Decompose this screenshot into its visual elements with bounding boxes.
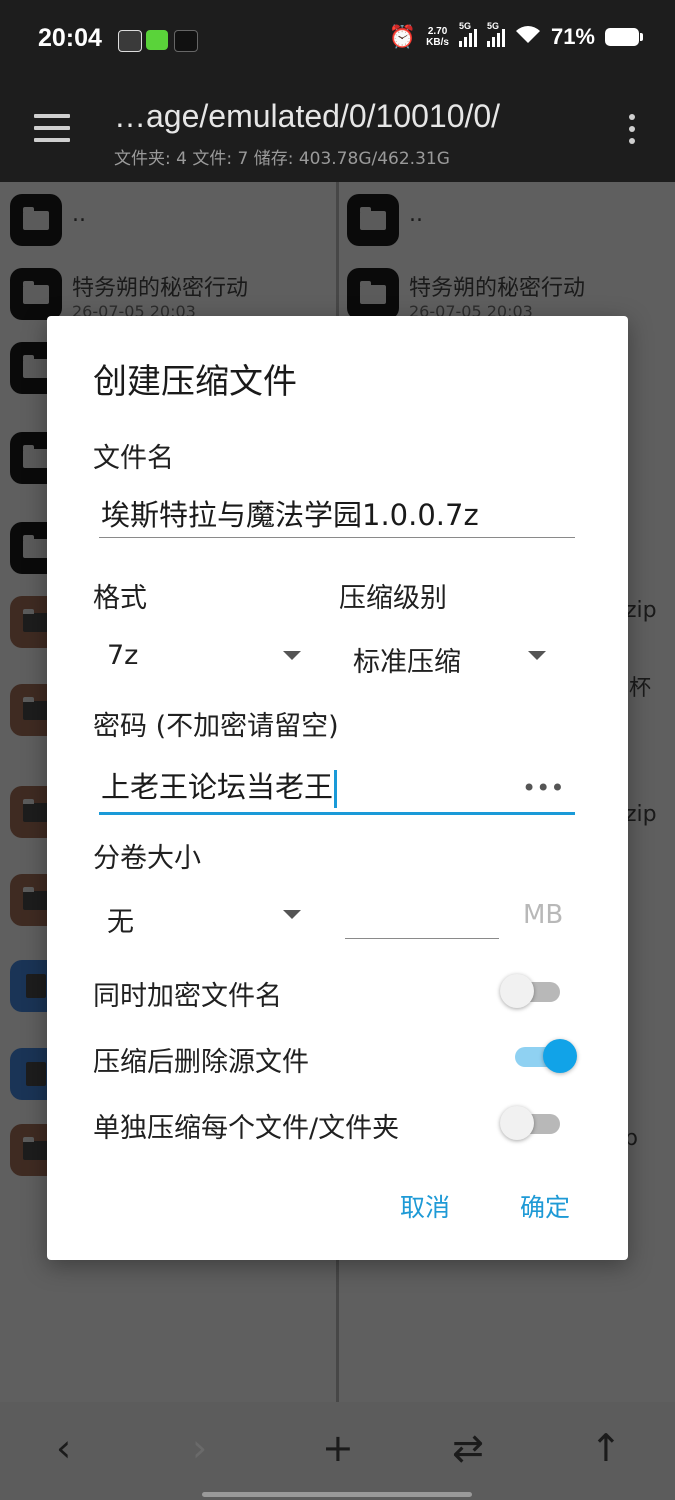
folder-summary: 文件夹: 4 文件: 7 储存: 403.78G/462.31G	[114, 149, 450, 169]
add-icon[interactable]: +	[322, 1426, 354, 1470]
dialog-title: 创建压缩文件	[93, 362, 297, 402]
signal-sim1-icon: 5G	[458, 21, 477, 47]
sim1-tag: 5G	[458, 21, 471, 31]
status-bar: 20:04 ⏰ 2.70 KB/s 5G 5G 71%	[0, 0, 675, 84]
folder-icon[interactable]	[347, 268, 399, 320]
file-name[interactable]: 特务朔的秘密行动	[72, 270, 248, 302]
file-name-tail[interactable]: zip	[625, 802, 657, 827]
option-label: 压缩后删除源文件	[93, 1047, 309, 1078]
app-toolbar: …age/emulated/0/10010/0/ 文件夹: 4 文件: 7 储存…	[0, 84, 675, 182]
ok-button[interactable]: 确定	[520, 1188, 570, 1224]
forward-icon[interactable]: ›	[192, 1426, 207, 1470]
notification-app-icon	[146, 30, 168, 50]
volume-dropdown-arrow-icon[interactable]	[283, 910, 301, 919]
more-options-icon[interactable]	[629, 114, 637, 150]
encrypt-filenames-toggle[interactable]	[500, 970, 564, 1010]
wifi-icon	[515, 25, 541, 50]
folder-icon[interactable]	[347, 194, 399, 246]
filename-underline	[99, 537, 575, 538]
level-dropdown[interactable]: 标准压缩	[353, 640, 461, 679]
password-visibility-toggle[interactable]: •••	[522, 774, 564, 802]
password-field[interactable]: 上老王论坛当老王	[101, 764, 338, 808]
folder-icon[interactable]	[10, 194, 62, 246]
battery-icon	[605, 28, 643, 46]
parent-folder-icon[interactable]: ↑	[590, 1426, 622, 1470]
password-label: 密码 (不加密请留空)	[93, 711, 339, 742]
bottom-nav-bar: ‹ › + ⇄ ↑	[0, 1402, 675, 1500]
current-path: …age/emulated/0/10010/0/	[114, 98, 501, 134]
file-name[interactable]: ..	[409, 202, 423, 227]
notification-app-icon	[118, 30, 142, 52]
format-label: 格式	[93, 583, 147, 614]
volume-size-field[interactable]	[345, 938, 499, 939]
alarm-icon: ⏰	[388, 24, 417, 49]
create-archive-dialog: 创建压缩文件 文件名 埃斯特拉与魔法学园1.0.0.7z 格式 压缩级别 7z …	[47, 316, 628, 1260]
file-name-tail[interactable]: zip	[625, 598, 657, 623]
text-caret	[334, 770, 338, 808]
password-underline	[99, 812, 575, 815]
net-speed-unit: KB/s	[426, 37, 449, 48]
net-speed: 2.70 KB/s	[426, 26, 449, 48]
sim2-tag: 5G	[486, 21, 499, 31]
file-name-tail[interactable]: 杯	[629, 670, 651, 702]
net-speed-value: 2.70	[427, 26, 448, 37]
option-label: 同时加密文件名	[93, 981, 282, 1012]
level-dropdown-arrow-icon[interactable]	[528, 651, 546, 660]
signal-sim2-icon: 5G	[486, 21, 505, 47]
battery-percent: 71%	[550, 24, 595, 49]
swap-panes-icon[interactable]: ⇄	[452, 1426, 484, 1470]
password-text: 上老王论坛当老王	[101, 770, 334, 804]
filename-field[interactable]: 埃斯特拉与魔法学园1.0.0.7z	[101, 492, 479, 534]
status-right-cluster: ⏰ 2.70 KB/s 5G 5G 71%	[388, 21, 643, 50]
file-name[interactable]: ..	[72, 202, 86, 227]
format-dropdown[interactable]: 7z	[107, 640, 138, 671]
status-time: 20:04	[38, 24, 102, 52]
back-icon[interactable]: ‹	[56, 1426, 71, 1470]
gesture-bar[interactable]	[202, 1492, 472, 1497]
level-label: 压缩级别	[339, 583, 447, 614]
cancel-button[interactable]: 取消	[400, 1188, 450, 1224]
volume-unit: MB	[523, 900, 564, 930]
delete-source-toggle[interactable]	[513, 1035, 577, 1075]
option-label: 单独压缩每个文件/文件夹	[93, 1113, 400, 1144]
volume-size-label: 分卷大小	[93, 843, 201, 874]
folder-icon[interactable]	[10, 268, 62, 320]
compress-separately-toggle[interactable]	[500, 1102, 564, 1142]
menu-icon[interactable]	[34, 114, 70, 142]
file-name[interactable]: 特务朔的秘密行动	[409, 270, 585, 302]
format-dropdown-arrow-icon[interactable]	[283, 651, 301, 660]
filename-label: 文件名	[93, 443, 174, 474]
volume-size-dropdown[interactable]: 无	[107, 900, 134, 939]
tiktok-icon	[174, 30, 198, 52]
